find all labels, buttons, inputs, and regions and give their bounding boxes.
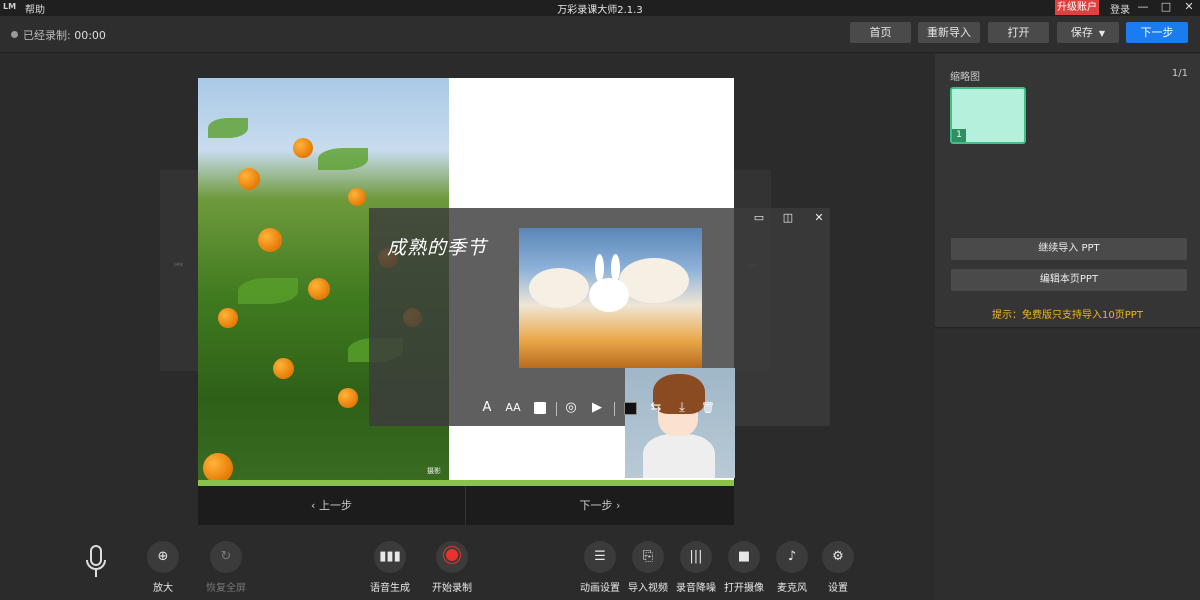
app-window: LM 帮助 万彩录课大师2.1.3 升级账户 登录 — □ ✕ 已经录制: 00… [0, 0, 1200, 600]
restore-control[interactable]: ↻ 恢复全屏 [201, 541, 251, 594]
denoise-control[interactable]: ||| 录音降噪 [672, 541, 720, 594]
maximize-icon[interactable]: □ [1157, 0, 1175, 15]
next-step-button[interactable]: 下一步 [1126, 22, 1188, 43]
top-toolbar: 已经录制: 00:00 首页 重新导入 打开 保存 ▼ 下一步 [0, 16, 1200, 53]
chevron-down-icon: ▼ [1098, 29, 1106, 38]
slide-title[interactable]: 成熟的季节 [387, 233, 487, 260]
denoise-icon[interactable]: ||| [680, 541, 712, 573]
next-step-slide-button[interactable]: 下一步 › [466, 486, 734, 525]
microphone-label: 麦克风 [777, 583, 807, 594]
save-label: 保存 [1070, 26, 1093, 39]
photo-credit: 摄影 [427, 467, 441, 475]
thumbnail-panel: 缩略图 1/1 1 继续导入 PPT 编辑本页PPT 提示：免费版只支持导入10… [935, 54, 1200, 328]
selected-element-overlay[interactable]: 成熟的季节 ▭ ◫ ✕ A AA ◎ ▶ ⇆ ⤓ 🗑 [369, 208, 830, 478]
status-dot-icon [11, 31, 18, 38]
app-logo: LM [3, 2, 17, 11]
border-color-icon[interactable] [624, 402, 637, 415]
title-bar: LM 帮助 万彩录课大师2.1.3 升级账户 登录 — □ ✕ [0, 0, 1200, 16]
animation-control[interactable]: ☰ 动画设置 [576, 541, 624, 594]
microphone-icon[interactable] [84, 545, 108, 581]
continue-import-button[interactable]: 继续导入 PPT [951, 238, 1187, 260]
settings-label: 设置 [828, 583, 848, 594]
list-icon[interactable]: ☰ [584, 541, 616, 573]
layout-switch-icon[interactable]: ◫ [781, 212, 795, 224]
camera-label: 打开摄像 [724, 583, 764, 594]
monitor-icon[interactable]: ▭ [752, 212, 766, 224]
restore-icon[interactable]: ↻ [210, 541, 242, 573]
download-icon[interactable]: ⤓ [674, 400, 690, 416]
start-record-control[interactable]: 开始录制 [428, 541, 476, 594]
skip-back-icon: ⏮ [174, 260, 183, 271]
overlay-close-icon[interactable]: ✕ [812, 212, 826, 224]
minimize-icon[interactable]: — [1134, 0, 1152, 15]
delete-icon[interactable]: 🗑 [700, 400, 716, 416]
right-panel-lower [935, 329, 1200, 600]
import-video-label: 导入视频 [628, 583, 668, 594]
font-size-icon[interactable]: AA [505, 400, 521, 416]
animation-icon[interactable]: ◎ [563, 400, 579, 416]
fill-color-icon[interactable] [534, 402, 546, 414]
import-video-control[interactable]: ⎘ 导入视频 [624, 541, 672, 594]
zoom-in-label: 放大 [153, 583, 173, 594]
home-button[interactable]: 首页 [850, 22, 911, 43]
help-menu[interactable]: 帮助 [25, 1, 45, 16]
tts-control[interactable]: ▮▮▮ 语音生成 [366, 541, 414, 594]
animation-label: 动画设置 [580, 583, 620, 594]
camera-icon[interactable]: ■ [728, 541, 760, 573]
tts-label: 语音生成 [370, 583, 410, 594]
reimport-button[interactable]: 重新导入 [918, 22, 980, 43]
recorded-label: 已经录制: [23, 29, 71, 42]
upgrade-account-button[interactable]: 升级账户 [1055, 0, 1099, 15]
recorded-time: 00:00 [74, 29, 106, 42]
start-record-label: 开始录制 [432, 583, 472, 594]
import-video-icon[interactable]: ⎘ [632, 541, 664, 573]
login-button[interactable]: 登录 [1110, 1, 1130, 16]
settings-control[interactable]: ⚙ 设置 [814, 541, 862, 594]
slide-thumbnail[interactable]: 1 [950, 87, 1026, 144]
text-style-icon[interactable]: A [479, 400, 495, 416]
play-icon[interactable]: ▶ [589, 400, 605, 416]
denoise-label: 录音降噪 [676, 583, 716, 594]
restore-label: 恢复全屏 [206, 583, 246, 594]
recording-status: 已经录制: 00:00 [11, 27, 106, 43]
camera-control[interactable]: ■ 打开摄像 [720, 541, 768, 594]
window-title: 万彩录课大师2.1.3 [557, 5, 643, 16]
page-count: 1/1 [1171, 68, 1188, 79]
edit-page-button[interactable]: 编辑本页PPT [951, 269, 1187, 291]
mic-small-icon[interactable]: ♪ [776, 541, 808, 573]
zoom-in-icon[interactable]: ⊕ [147, 541, 179, 573]
zoom-in-control[interactable]: ⊕ 放大 [142, 541, 184, 594]
bunny-illustration [519, 228, 702, 368]
close-icon[interactable]: ✕ [1180, 0, 1198, 15]
save-dropdown[interactable]: 保存 ▼ [1057, 22, 1119, 43]
prev-step-button[interactable]: ‹ 上一步 [198, 486, 466, 525]
swap-icon[interactable]: ⇆ [648, 400, 664, 416]
thumbnail-number: 1 [952, 129, 966, 142]
slide-nav-bar: ‹ 上一步 下一步 › [198, 486, 734, 525]
open-button[interactable]: 打开 [988, 22, 1049, 43]
microphone-control[interactable]: ♪ 麦克风 [768, 541, 816, 594]
record-icon[interactable] [436, 541, 468, 573]
thumbnail-header: 缩略图 [950, 72, 980, 83]
waveform-icon[interactable]: ▮▮▮ [374, 541, 406, 573]
free-version-tip: 提示：免费版只支持导入10页PPT [992, 310, 1143, 321]
gear-icon[interactable]: ⚙ [822, 541, 854, 573]
avatar-video-frame[interactable] [625, 368, 735, 478]
